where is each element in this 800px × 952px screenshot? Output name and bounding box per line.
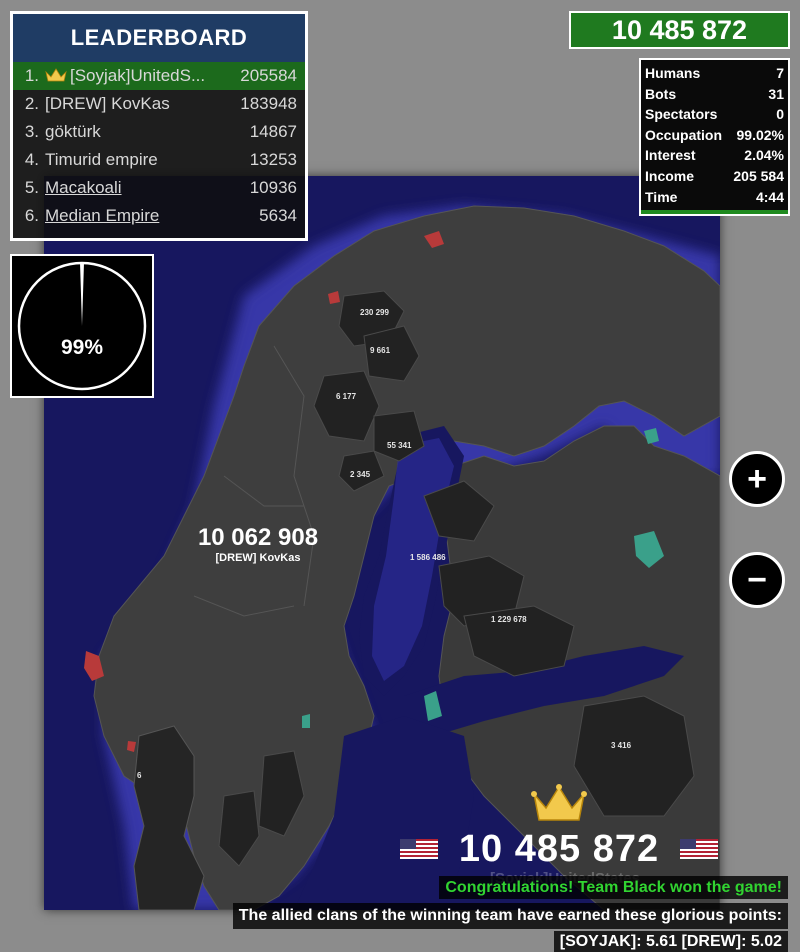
leaderboard-row[interactable]: 4. Timurid empire 13253 bbox=[13, 146, 305, 174]
leaderboard-name: [Soyjak]UnitedS... bbox=[45, 66, 219, 86]
leaderboard-rank: 2. bbox=[24, 94, 39, 113]
stat-label: Humans bbox=[645, 65, 701, 81]
winner-score: 10 485 872 bbox=[458, 827, 660, 870]
zoom-out-button[interactable]: − bbox=[729, 552, 785, 608]
leaderboard-row[interactable]: 3. göktürk 14867 bbox=[13, 118, 305, 146]
leaderboard-row[interactable]: 5. Macakoali 10936 bbox=[13, 174, 305, 202]
leaderboard-row[interactable]: 6. Median Empire 5634 bbox=[13, 202, 305, 230]
stat-label: Occupation bbox=[645, 126, 723, 143]
leaderboard-name-link[interactable]: Macakoali bbox=[45, 178, 219, 198]
player-territory-label: 10 062 908 [DREW] KovKas bbox=[180, 524, 336, 564]
leaderboard-panel: LEADERBOARD 1. [Soyjak]UnitedS... 205584… bbox=[10, 11, 308, 241]
leaderboard-row[interactable]: 2. [DREW] KovKas 183948 bbox=[13, 90, 305, 118]
leaderboard-name: göktürk bbox=[45, 122, 101, 141]
stat-row-bots: Bots 31 bbox=[645, 84, 784, 105]
territory-label: 230 299 bbox=[360, 308, 389, 317]
occupation-pie-panel: 99% bbox=[10, 254, 154, 398]
leaderboard-rank: 5. bbox=[24, 178, 39, 197]
stat-value: 2.04% bbox=[744, 147, 784, 164]
leaderboard-score: 5634 bbox=[259, 206, 297, 225]
territory-label: 55 341 bbox=[387, 441, 412, 450]
stat-label: Income bbox=[645, 167, 695, 184]
stat-row-spectators: Spectators 0 bbox=[645, 104, 784, 125]
leaderboard-rank: 1. bbox=[24, 66, 39, 85]
stat-row-occupation: Occupation 99.02% bbox=[645, 125, 784, 146]
leaderboard-name: Timurid empire bbox=[45, 150, 158, 169]
territory-label: 9 661 bbox=[370, 346, 391, 355]
leaderboard-row[interactable]: 1. [Soyjak]UnitedS... 205584 bbox=[13, 62, 305, 90]
game-stats-panel: Humans 7 Bots 31 Spectators 0 Occupation 99.… bbox=[639, 58, 790, 216]
stats-progress-bar bbox=[641, 210, 788, 214]
occupation-pie-label: 99% bbox=[60, 336, 104, 359]
leaderboard-title: LEADERBOARD bbox=[13, 14, 305, 62]
leaderboard-score: 183948 bbox=[240, 94, 297, 113]
leaderboard-rank: 3. bbox=[24, 122, 39, 141]
stat-label: Bots bbox=[645, 85, 677, 102]
player-territory-score: 10 062 908 bbox=[197, 524, 319, 551]
leaderboard-rank: 4. bbox=[24, 150, 39, 169]
territory-label: 6 bbox=[137, 771, 142, 780]
leaderboard-score: 205584 bbox=[240, 66, 297, 85]
us-flag-icon bbox=[400, 839, 438, 859]
stat-value: 205 584 bbox=[733, 167, 784, 184]
player-territory-name: [DREW] KovKas bbox=[215, 552, 301, 564]
stat-row-interest: Interest 2.04% bbox=[645, 145, 784, 166]
zoom-in-button[interactable]: + bbox=[729, 451, 785, 507]
winner-score-row: 10 485 872 bbox=[400, 826, 718, 872]
leaderboard-name: [DREW] KovKas bbox=[45, 94, 170, 113]
stat-value: 0 bbox=[776, 106, 784, 123]
stat-label: Spectators bbox=[645, 106, 718, 123]
territory-label: 6 177 bbox=[336, 392, 357, 401]
total-score-box: 10 485 872 bbox=[569, 11, 790, 49]
territory-label: 3 416 bbox=[611, 741, 632, 750]
leaderboard-name-text: [Soyjak]UnitedS... bbox=[70, 66, 206, 85]
leaderboard-score: 13253 bbox=[249, 150, 297, 169]
stat-row-humans: Humans 7 bbox=[645, 63, 784, 84]
points-intro-message: The allied clans of the winning team hav… bbox=[232, 903, 788, 929]
winner-crown-icon bbox=[531, 784, 587, 821]
leaderboard-score: 14867 bbox=[249, 122, 297, 141]
stat-value: 99.02% bbox=[736, 126, 784, 143]
stat-value: 7 bbox=[776, 65, 784, 81]
leaderboard-name-link[interactable]: Median Empire bbox=[45, 206, 219, 226]
stat-value: 31 bbox=[768, 85, 784, 102]
territory-label: 1 229 678 bbox=[491, 615, 527, 624]
stat-label: Interest bbox=[645, 147, 696, 164]
stat-row-income: Income 205 584 bbox=[645, 166, 784, 187]
leaderboard-score: 10936 bbox=[249, 178, 297, 197]
territory-label: 2 345 bbox=[350, 470, 371, 479]
leaderboard-rank: 6. bbox=[24, 206, 39, 225]
us-flag-icon bbox=[680, 839, 718, 859]
win-message: Congratulations! Team Black won the game… bbox=[439, 876, 788, 899]
clan-points-message: [SOYJAK]: 5.61 [DREW]: 5.02 bbox=[553, 931, 788, 952]
stat-label: Time bbox=[645, 188, 678, 205]
occupation-pie-chart bbox=[17, 261, 147, 391]
crown-icon bbox=[45, 68, 67, 82]
stat-value: 4:44 bbox=[755, 188, 784, 205]
stat-row-time: Time 4:44 bbox=[645, 187, 784, 208]
territory-label: 1 586 486 bbox=[410, 553, 446, 562]
